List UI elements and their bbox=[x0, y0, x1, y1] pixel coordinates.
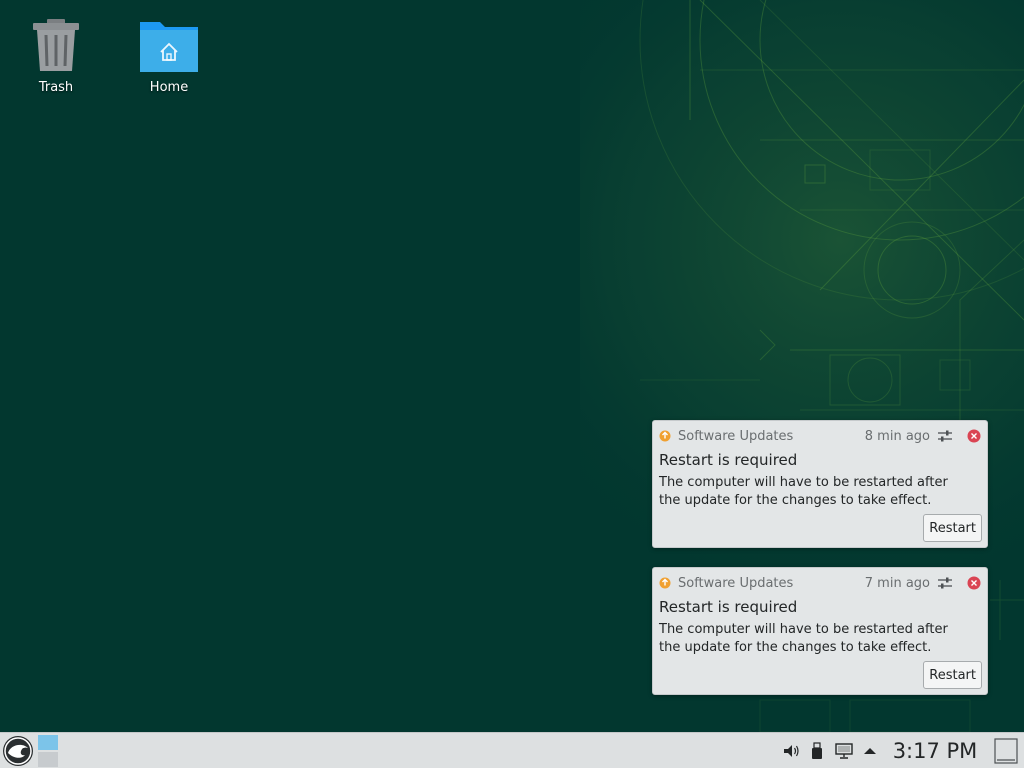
restart-button[interactable]: Restart bbox=[923, 514, 982, 542]
notification-header: Software Updates 8 min ago bbox=[659, 427, 981, 445]
desktop-icon-label: Home bbox=[149, 80, 189, 95]
expand-tray-arrow-icon[interactable] bbox=[861, 742, 879, 760]
notification-popup[interactable]: Software Updates 8 min ago Restart is re… bbox=[652, 420, 988, 548]
volume-icon[interactable] bbox=[782, 742, 800, 760]
desktop: Trash Home Software Updates 8 min ago Re… bbox=[0, 0, 1024, 732]
close-icon[interactable] bbox=[967, 576, 981, 590]
close-icon[interactable] bbox=[967, 429, 981, 443]
application-launcher-icon[interactable] bbox=[2, 735, 34, 767]
show-desktop-icon[interactable] bbox=[994, 738, 1018, 764]
configure-icon[interactable] bbox=[937, 428, 953, 444]
desktop-icon-label: Trash bbox=[38, 80, 74, 95]
notification-app-name: Software Updates bbox=[678, 428, 794, 444]
home-folder-icon bbox=[140, 22, 198, 72]
notification-time: 7 min ago bbox=[864, 575, 930, 591]
desktop-icon-trash[interactable]: Trash bbox=[6, 10, 106, 95]
notification-body: The computer will have to be restarted a… bbox=[659, 475, 948, 508]
notification-title: Restart is required bbox=[659, 451, 798, 469]
usb-device-icon[interactable] bbox=[808, 742, 826, 760]
notification-popup[interactable]: Software Updates 7 min ago Restart is re… bbox=[652, 567, 988, 695]
pager-desktop-1[interactable] bbox=[38, 735, 58, 750]
virtual-desktop-pager[interactable] bbox=[38, 735, 58, 767]
notification-app-name: Software Updates bbox=[678, 575, 794, 591]
notification-title: Restart is required bbox=[659, 598, 798, 616]
software-update-icon bbox=[659, 430, 671, 442]
notification-body: The computer will have to be restarted a… bbox=[659, 622, 948, 655]
digital-clock[interactable]: 3:17 PM bbox=[886, 736, 984, 766]
desktop-icon-home[interactable]: Home bbox=[119, 10, 219, 95]
taskbar: 3:17 PM bbox=[0, 732, 1024, 768]
pager-desktop-2[interactable] bbox=[38, 752, 58, 767]
software-update-icon bbox=[659, 577, 671, 589]
configure-icon[interactable] bbox=[937, 575, 953, 591]
notification-header: Software Updates 7 min ago bbox=[659, 574, 981, 592]
restart-button[interactable]: Restart bbox=[923, 661, 982, 689]
trash-icon bbox=[33, 19, 79, 71]
notification-time: 8 min ago bbox=[864, 428, 930, 444]
network-icon[interactable] bbox=[835, 742, 853, 760]
